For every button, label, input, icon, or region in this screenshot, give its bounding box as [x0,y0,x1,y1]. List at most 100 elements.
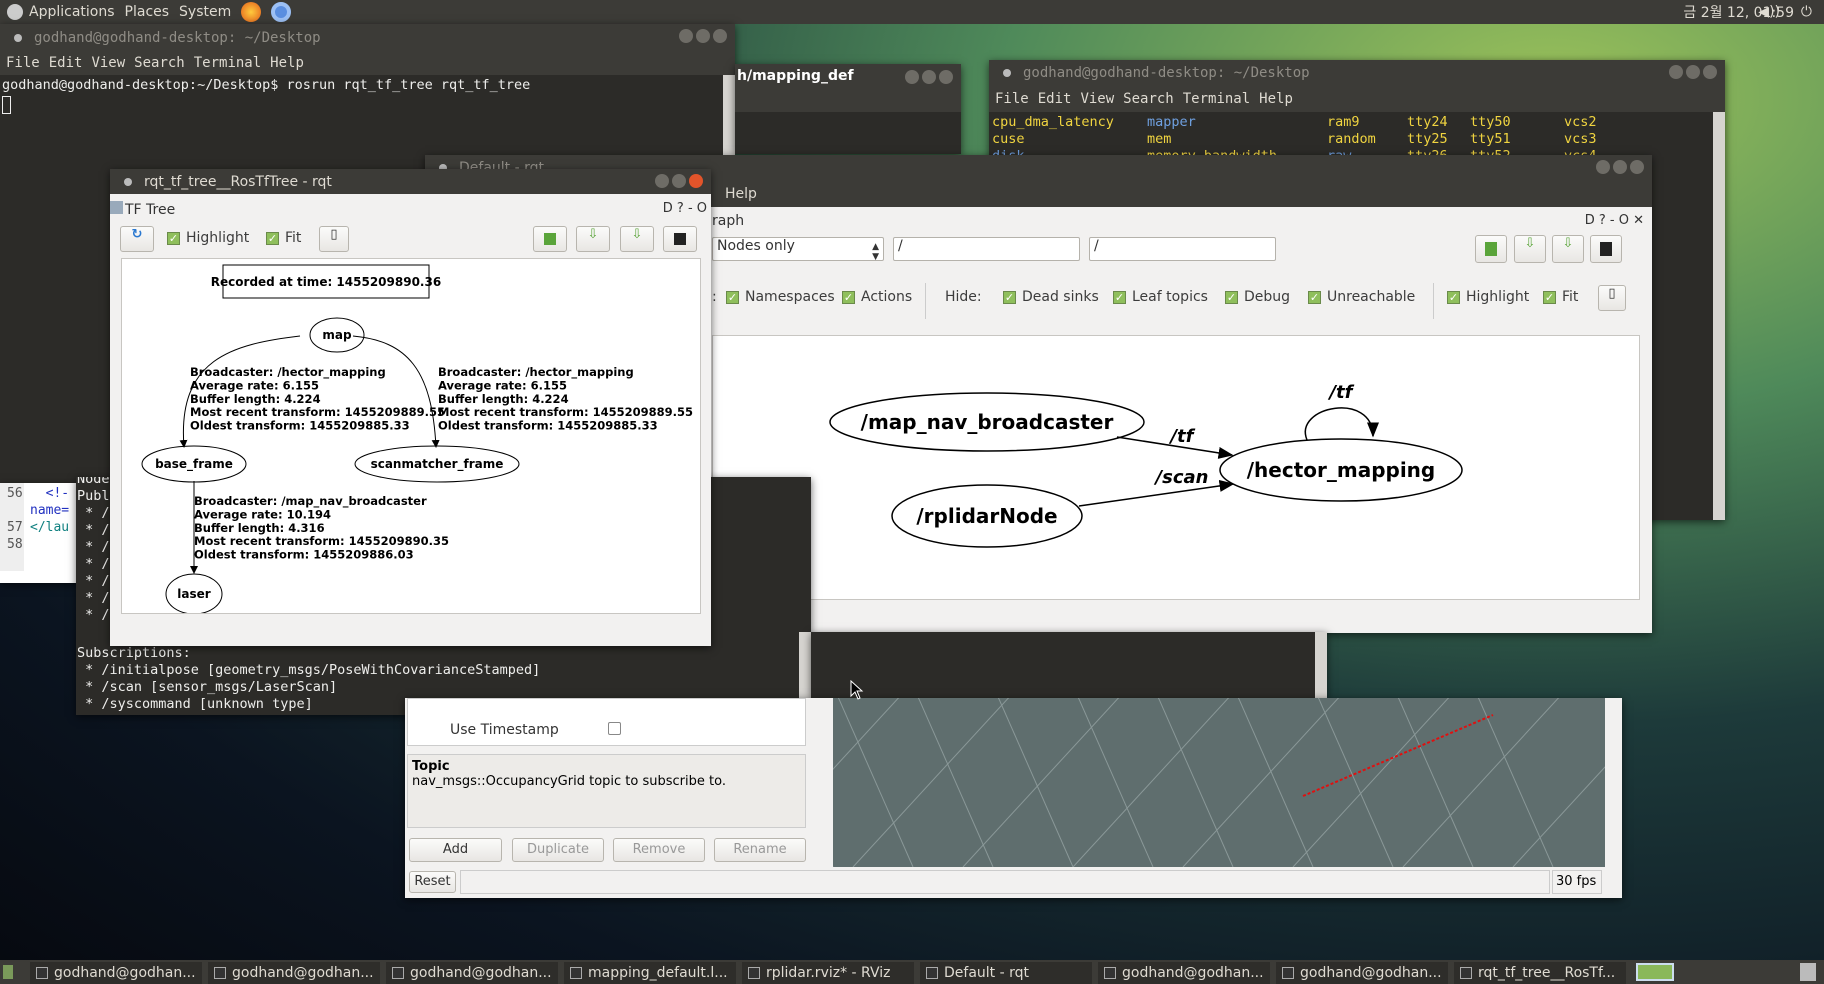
save-dot-button[interactable]: ⇩ [1514,235,1546,263]
taskbar-item[interactable]: godhand@godhan... [1276,962,1448,984]
top-panel: Applications Places System ◀)) 금 2월 12, … [0,0,1824,24]
close-button[interactable] [713,29,727,43]
plugin-controls[interactable]: D ? - O [663,201,707,216]
minimize-button[interactable] [1669,65,1683,79]
title-bar[interactable]: rqt_tf_tree__RosTfTree - rqt [110,169,711,194]
save-svg-button[interactable]: ⇩ [1552,235,1584,263]
plugin-controls[interactable]: D ? - O ✕ [1585,213,1644,228]
menu-file[interactable]: File [995,91,1029,107]
taskbar-item[interactable]: godhand@godhan... [386,962,558,984]
maximize-button[interactable] [922,70,936,84]
checkbox-highlight[interactable]: ✓ Highlight [167,230,249,246]
load-dot-button[interactable] [533,226,567,252]
checkbox-dead-sinks[interactable]: ✓ Dead sinks [1003,289,1099,305]
taskbar-item[interactable]: rplidar.rviz* - RViz [742,962,914,984]
namespace-filter-input[interactable]: / [893,237,1080,261]
menu-edit[interactable]: Edit [49,55,83,71]
close-button[interactable] [1630,160,1644,174]
tf-tree-canvas[interactable]: Recorded at time: 1455209890.36 map base_… [121,258,701,614]
scrollbar[interactable] [1713,112,1725,520]
reset-button[interactable]: Reset [409,871,456,893]
edge-tf-loop[interactable] [1304,407,1379,441]
save-icon: ⇩ [631,227,643,242]
scrollbar[interactable] [1315,632,1327,698]
menu-view[interactable]: View [1080,91,1114,107]
taskbar-item[interactable]: Default - rqt [920,962,1092,984]
remove-button[interactable]: Remove [613,838,705,862]
chromium-icon[interactable] [271,2,292,22]
trash-icon[interactable] [1800,963,1816,981]
menu-applications[interactable]: Applications [29,4,115,20]
fit-icon: ▯ [1608,286,1616,301]
menu-places[interactable]: Places [125,4,170,20]
ubuntu-logo-icon[interactable] [7,4,23,20]
frame-label: scanmatcher_frame [371,457,504,472]
window-icon [392,967,404,979]
save-dot-button[interactable]: ⇩ [576,226,610,252]
node-label: /map_nav_broadcaster [861,410,1114,434]
use-timestamp-checkbox[interactable] [608,722,621,735]
title-bar[interactable]: godhand@godhand-desktop: ~/Desktop [989,60,1725,86]
window-icon [1460,967,1472,979]
firefox-icon[interactable] [241,2,262,22]
maximize-button[interactable] [1686,65,1700,79]
duplicate-button[interactable]: Duplicate [512,838,604,862]
save-icon: ⇩ [1524,236,1536,251]
checkbox-leaf-topics[interactable]: ✓ Leaf topics [1113,289,1208,305]
title-bar[interactable]: godhand@godhand-desktop: ~/Desktop [0,24,735,51]
menu-view[interactable]: View [91,55,125,71]
topic-filter-input[interactable]: / [1089,237,1276,261]
maximize-button[interactable] [696,29,710,43]
save-image-button[interactable] [663,226,697,252]
close-button[interactable] [1703,65,1717,79]
checkbox-actions[interactable]: ✓ Actions [842,289,912,305]
add-button[interactable]: Add [409,838,502,862]
fit-in-view-button[interactable]: ▯ [319,226,349,252]
close-button[interactable] [939,70,953,84]
save-svg-button[interactable]: ⇩ [620,226,654,252]
menu-help[interactable]: Help [1259,91,1293,107]
menu-terminal[interactable]: Terminal [1183,91,1250,107]
3d-view[interactable] [833,698,1605,867]
node-graph-canvas[interactable]: /map_nav_broadcaster /hector_mapping /rp… [712,335,1640,600]
checkbox-unreachable[interactable]: ✓ Unreachable [1308,289,1415,305]
power-icon[interactable]: ⏻ [1801,4,1812,20]
minimize-button[interactable] [679,29,693,43]
checkbox-fit[interactable]: ✓ Fit [266,230,301,246]
terminal-line: * /scan [sensor_msgs/LaserScan] [77,679,338,695]
taskbar-item[interactable]: godhand@godhan... [1098,962,1270,984]
checkbox-debug[interactable]: ✓ Debug [1225,289,1290,305]
maximize-button[interactable] [1613,160,1627,174]
close-button[interactable] [689,174,703,188]
menu-system[interactable]: System [179,4,231,20]
refresh-button[interactable]: ↻ [120,226,154,252]
rename-button[interactable]: Rename [714,838,806,862]
menu-search[interactable]: Search [1123,91,1174,107]
taskbar-item[interactable]: godhand@godhan... [30,962,202,984]
show-desktop-icon[interactable] [3,965,13,979]
taskbar-item[interactable]: rqt_tf_tree__RosTf... [1454,962,1626,984]
menu-help[interactable]: Help [270,55,304,71]
load-dot-button[interactable] [1475,235,1507,263]
checkbox-fit[interactable]: ✓ Fit [1543,289,1578,305]
menu-terminal[interactable]: Terminal [194,55,261,71]
menu-edit[interactable]: Edit [1038,91,1072,107]
checkbox-highlight[interactable]: ✓ Highlight [1447,289,1529,305]
maximize-button[interactable] [672,174,686,188]
taskbar-item[interactable]: mapping_default.l... [564,962,736,984]
menu-search[interactable]: Search [134,55,185,71]
minimize-button[interactable] [655,174,669,188]
minimize-button[interactable] [905,70,919,84]
taskbar-item[interactable]: godhand@godhan... [208,962,380,984]
menu-help[interactable]: Help [725,186,757,202]
clock[interactable]: 금 2월 12, 01:59 [1683,2,1800,22]
checkbox-namespaces[interactable]: ✓ Namespaces [726,289,835,305]
graph-type-combo[interactable]: Nodes only ▲ ▼ [712,237,884,262]
save-image-button[interactable] [1590,235,1622,263]
workspace-switcher[interactable] [1636,963,1674,981]
taskbar-item-label: mapping_default.l... [588,965,728,981]
fit-in-view-button[interactable]: ▯ [1598,285,1626,311]
edge-info-line: Average rate: 6.155 [438,378,567,392]
minimize-button[interactable] [1596,160,1610,174]
menu-file[interactable]: File [6,55,40,71]
